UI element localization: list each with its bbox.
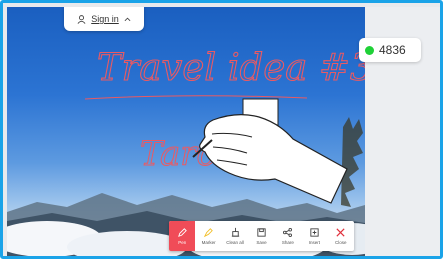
tree-silhouette xyxy=(341,117,363,207)
chevron-up-icon[interactable] xyxy=(124,17,131,22)
share-icon xyxy=(283,228,293,237)
clean-all-label: Clean all xyxy=(226,240,244,245)
clean-all-button[interactable]: Clean all xyxy=(222,221,248,251)
pen-tool-button[interactable]: Pen xyxy=(169,221,196,251)
close-icon xyxy=(336,228,345,237)
clean-all-icon xyxy=(231,227,239,237)
sign-in-tab[interactable]: Sign in xyxy=(64,7,144,31)
marker-tool-label: Marker xyxy=(201,240,216,245)
drawing-toolbar: Pen Marker Clean all Save Share Insert C… xyxy=(169,221,354,251)
hand-illustration xyxy=(192,98,348,204)
sign-in-link[interactable]: Sign in xyxy=(91,14,119,24)
insert-icon xyxy=(310,228,319,237)
pen-icon xyxy=(177,228,187,237)
save-label: Save xyxy=(256,240,267,245)
marker-tool-button[interactable]: Marker xyxy=(195,221,221,251)
close-label: Close xyxy=(334,240,347,245)
save-icon xyxy=(257,228,266,237)
close-button[interactable]: Close xyxy=(328,221,354,251)
save-button[interactable]: Save xyxy=(248,221,274,251)
share-button[interactable]: Share xyxy=(275,221,301,251)
share-label: Share xyxy=(281,240,294,245)
pen-tool-label: Pen xyxy=(178,240,187,245)
insert-label: Insert xyxy=(308,240,320,245)
marker-icon xyxy=(203,228,213,238)
user-icon xyxy=(77,14,86,24)
handwriting-title: Travel idea #3 xyxy=(97,46,365,89)
counter-value: 4836 xyxy=(379,43,406,57)
whiteboard-canvas[interactable]: Travel idea #3 Taro Sign in Pen Marker C… xyxy=(7,7,365,256)
participant-counter: 4836 xyxy=(359,38,421,62)
insert-button[interactable]: Insert xyxy=(301,221,327,251)
app-frame: Travel idea #3 Taro Sign in Pen Marker C… xyxy=(0,0,443,259)
online-status-dot xyxy=(365,45,374,55)
